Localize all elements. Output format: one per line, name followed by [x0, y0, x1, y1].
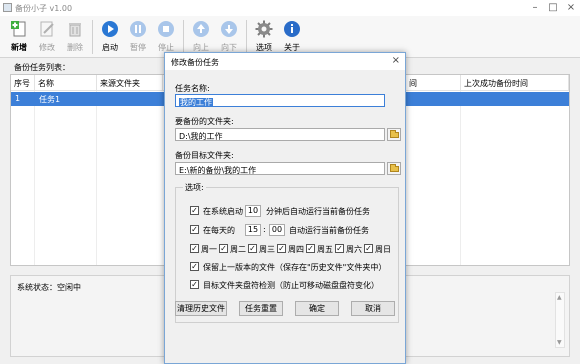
source-browse-button[interactable]	[387, 128, 401, 141]
column-divider	[460, 91, 461, 265]
scroll-up-icon[interactable]: ▲	[557, 294, 562, 301]
play-icon	[102, 21, 118, 37]
keep-history-checkbox[interactable]: ✓	[190, 262, 199, 271]
row-index: 1	[15, 94, 21, 103]
weekday-checkbox-mon[interactable]: ✓	[190, 244, 199, 253]
weekday-checkbox-thu[interactable]: ✓	[277, 244, 286, 253]
plus-doc-icon	[11, 21, 26, 37]
daily-text-pre: 在每天的	[203, 226, 235, 235]
column-divider	[34, 91, 35, 265]
drive-detect-label: 目标文件夹盘符检测（防止可移动磁盘盘符变化）	[203, 281, 379, 290]
weekday-label-thu: 周四	[288, 245, 304, 254]
minimize-button[interactable]: –	[526, 2, 544, 14]
cancel-button[interactable]: 取消	[351, 301, 395, 316]
source-folder-label: 要备份的文件夹:	[175, 117, 234, 126]
folder-icon	[390, 164, 399, 172]
weekday-checkbox-wed[interactable]: ✓	[248, 244, 257, 253]
weekday-checkbox-sun[interactable]: ✓	[364, 244, 373, 253]
row-name: 任务1	[39, 95, 61, 104]
about-button[interactable]: 关于	[278, 18, 306, 56]
weekday-label-tue: 周二	[230, 245, 246, 254]
target-folder-input[interactable]: E:\新的备份\我的工作	[175, 162, 385, 175]
gear-icon	[255, 20, 273, 38]
startup-checkbox[interactable]: ✓	[190, 206, 199, 215]
source-folder-input[interactable]: D:\我的工作	[175, 128, 385, 141]
weekday-label-sun: 周日	[375, 245, 391, 254]
pause-icon	[130, 21, 146, 37]
column-divider	[96, 91, 97, 265]
edit-task-dialog: 修改备份任务 × 任务名称: 我的工作 要备份的文件夹: D:\我的工作 备份目…	[164, 52, 406, 364]
target-folder-label: 备份目标文件夹:	[175, 151, 234, 160]
task-name-value: 我的工作	[179, 98, 213, 107]
window-title: 备份小子 v1.00	[15, 4, 73, 13]
keep-history-label: 保留上一版本的文件（保存在"历史文件"文件夹中）	[203, 263, 387, 272]
title-bar: 备份小子 v1.00 – □ ×	[0, 0, 580, 16]
weekday-label-wed: 周三	[259, 245, 275, 254]
column-header-time[interactable]: 间	[407, 75, 461, 91]
task-name-label: 任务名称:	[175, 84, 210, 93]
dialog-title-bar: 修改备份任务 ×	[165, 53, 405, 70]
status-scrollbar[interactable]: ▲ ▼	[555, 292, 565, 348]
dialog-close-icon[interactable]: ×	[392, 55, 400, 66]
scroll-down-icon[interactable]: ▼	[557, 339, 562, 346]
trash-icon	[69, 23, 81, 37]
column-header-last-success[interactable]: 上次成功备份时间	[461, 75, 569, 91]
edit-icon	[40, 21, 54, 37]
startup-text-pre: 在系统启动	[203, 207, 243, 216]
weekday-checkbox-sat[interactable]: ✓	[335, 244, 344, 253]
clear-history-button[interactable]: 清理历史文件	[175, 301, 227, 316]
daily-text-post: 自动运行当前备份任务	[289, 226, 369, 235]
app-icon	[3, 3, 12, 12]
startup-text-post: 分钟后自动运行当前备份任务	[266, 207, 370, 216]
delete-button[interactable]: 删除	[61, 18, 89, 56]
move-down-button[interactable]: 向下	[215, 18, 243, 56]
daily-time-colon: :	[263, 225, 266, 234]
task-list-label: 备份任务列表：	[14, 63, 70, 72]
daily-checkbox[interactable]: ✓	[190, 225, 199, 234]
status-text: 系统状态：空闲中	[17, 283, 81, 292]
startup-minutes-input[interactable]: 10	[245, 205, 261, 217]
drive-detect-checkbox[interactable]: ✓	[190, 280, 199, 289]
reset-task-button[interactable]: 任务重置	[239, 301, 283, 316]
ok-button[interactable]: 确定	[295, 301, 339, 316]
daily-hour-input[interactable]: 15	[245, 224, 261, 236]
daily-minute-input[interactable]: 00	[269, 224, 285, 236]
weekday-checkbox-tue[interactable]: ✓	[219, 244, 228, 253]
weekday-label-sat: 周六	[346, 245, 362, 254]
weekday-checkbox-fri[interactable]: ✓	[306, 244, 315, 253]
delete-label: 删除	[67, 43, 83, 52]
stop-button[interactable]: 停止	[152, 18, 180, 56]
arrow-down-icon	[221, 21, 237, 37]
weekday-label-mon: 周一	[201, 245, 217, 254]
column-header-source[interactable]: 来源文件夹	[97, 75, 163, 91]
weekday-label-fri: 周五	[317, 245, 333, 254]
folder-icon	[390, 130, 399, 138]
options-legend: 选项:	[183, 182, 206, 193]
column-header-name[interactable]: 名称	[35, 75, 97, 91]
target-browse-button[interactable]	[387, 162, 401, 175]
column-header-index[interactable]: 序号	[11, 75, 35, 91]
stop-icon	[158, 21, 174, 37]
info-icon	[284, 21, 300, 37]
maximize-button[interactable]: □	[544, 2, 562, 14]
task-name-input[interactable]: 我的工作	[175, 94, 385, 107]
dialog-title: 修改备份任务	[171, 58, 219, 67]
arrow-up-icon	[193, 21, 209, 37]
close-button[interactable]: ×	[562, 2, 580, 14]
